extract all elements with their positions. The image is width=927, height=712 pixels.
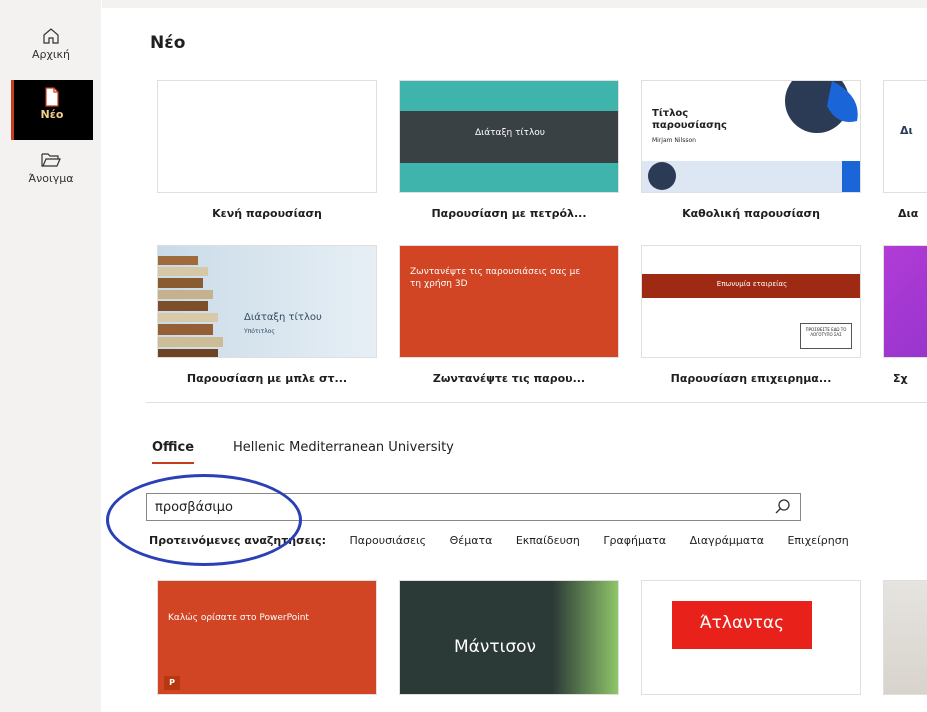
sidebar-item-open[interactable]: Άνοιγμα	[12, 150, 90, 185]
template-label: Ζωντανέψτε τις παρου...	[432, 372, 586, 385]
thumb-title: Επωνυμία εταιρείας	[716, 280, 788, 288]
template-partial-1[interactable]: Δι Δια	[883, 80, 927, 220]
thumb-title: Διάταξη τίτλου	[475, 128, 545, 138]
sidebar-item-new[interactable]: Νέο	[11, 80, 93, 140]
template-label: Καθολική παρουσίαση	[682, 207, 820, 220]
template-label: Παρουσίαση με μπλε στ...	[186, 372, 348, 385]
template-blank[interactable]: Κενή παρουσίαση	[157, 80, 377, 220]
suggestion-link[interactable]: Παρουσιάσεις	[349, 534, 426, 547]
template-thumbnail[interactable]: Επωνυμία εταιρείας ΠΡΟΣΘΕΣΤΕ ΕΔΩ ΤΟ ΛΟΓΟ…	[641, 245, 861, 358]
template-thumbnail[interactable]	[883, 245, 927, 358]
sidebar-item-label: Νέο	[40, 108, 64, 121]
thumb-subtitle: Υπότιτλος	[244, 328, 275, 335]
thumb-title: Ζωντανέψτε τις παρουσιάσεις σας με τη χρ…	[410, 267, 581, 289]
template-thumbnail[interactable]	[157, 80, 377, 193]
suggestion-link[interactable]: Επιχείρηση	[787, 534, 848, 547]
template-thumbnail[interactable]: Διάταξη τίτλου Υπότιτλος	[157, 245, 377, 358]
template-universal[interactable]: Τίτλος παρουσίασης Mirjam Nilsson Καθολι…	[641, 80, 861, 220]
divider	[146, 402, 927, 403]
sidebar-item-label: Άνοιγμα	[28, 172, 74, 185]
template-label: Δια	[898, 207, 919, 220]
sidebar: Αρχική Νέο Άνοιγμα	[0, 0, 101, 712]
home-icon	[12, 26, 90, 48]
thumb-author: Mirjam Nilsson	[652, 137, 696, 144]
result-partial[interactable]	[883, 580, 927, 695]
new-document-icon	[11, 86, 93, 108]
result-welcome-powerpoint[interactable]: Καλώς ορίσατε στο PowerPoint P	[157, 580, 377, 695]
page-title: Νέο	[150, 33, 186, 53]
main-pane: Νέο Κενή παρουσίαση Διάταξη τίτλου Παρου…	[102, 0, 927, 712]
search-box	[146, 493, 801, 521]
result-thumbnail[interactable]: Άτλαντας	[641, 580, 861, 695]
template-teal[interactable]: Διάταξη τίτλου Παρουσίαση με πετρόλ...	[399, 80, 619, 220]
template-label: Παρουσίαση επιχειρημα...	[670, 372, 832, 385]
suggestion-link[interactable]: Εκπαίδευση	[516, 534, 580, 547]
search-input[interactable]	[147, 494, 757, 520]
thumb-title: Δι	[900, 124, 913, 137]
folder-open-icon	[12, 150, 90, 172]
tab-hmu[interactable]: Hellenic Mediterranean University	[233, 440, 454, 455]
result-atlanta[interactable]: Άτλαντας	[641, 580, 861, 695]
template-thumbnail[interactable]: Ζωντανέψτε τις παρουσιάσεις σας με τη χρ…	[399, 245, 619, 358]
template-partial-2[interactable]: Σχ	[883, 245, 927, 385]
template-blue-books[interactable]: Διάταξη τίτλου Υπότιτλος Παρουσίαση με μ…	[157, 245, 377, 385]
template-label: Παρουσίαση με πετρόλ...	[431, 207, 587, 220]
top-strip	[102, 0, 927, 8]
thumb-logo: ΠΡΟΣΘΕΣΤΕ ΕΔΩ ΤΟ ΛΟΓΟΤΥΠΟ ΣΑΣ	[800, 323, 852, 349]
suggested-searches-label: Προτεινόμενες αναζητήσεις:	[149, 534, 326, 547]
result-thumbnail[interactable]	[883, 580, 927, 695]
template-label: Κενή παρουσίαση	[212, 207, 322, 220]
result-title: Μάντισον	[454, 637, 537, 657]
template-3d[interactable]: Ζωντανέψτε τις παρουσιάσεις σας με τη χρ…	[399, 245, 619, 385]
result-madison[interactable]: Μάντισον	[399, 580, 619, 695]
template-thumbnail[interactable]: Διάταξη τίτλου	[399, 80, 619, 193]
template-thumbnail[interactable]: Δι	[883, 80, 927, 193]
result-title: Άτλαντας	[699, 613, 785, 633]
suggestion-link[interactable]: Γραφήματα	[603, 534, 666, 547]
sidebar-item-home[interactable]: Αρχική	[12, 26, 90, 61]
suggestion-link[interactable]: Διαγράμματα	[690, 534, 764, 547]
template-business[interactable]: Επωνυμία εταιρείας ΠΡΟΣΘΕΣΤΕ ΕΔΩ ΤΟ ΛΟΓΟ…	[641, 245, 861, 385]
search-icon[interactable]	[774, 498, 792, 516]
sidebar-item-label: Αρχική	[31, 48, 71, 61]
suggestion-link[interactable]: Θέματα	[450, 534, 493, 547]
powerpoint-badge-icon: P	[164, 676, 180, 690]
template-label: Σχ	[893, 372, 908, 385]
template-thumbnail[interactable]: Τίτλος παρουσίασης Mirjam Nilsson	[641, 80, 861, 193]
result-thumbnail[interactable]: Μάντισον	[399, 580, 619, 695]
result-thumbnail[interactable]: Καλώς ορίσατε στο PowerPoint P	[157, 580, 377, 695]
thumb-title: Διάταξη τίτλου	[244, 312, 322, 323]
suggested-searches: Προτεινόμενες αναζητήσεις: Παρουσιάσεις …	[149, 534, 869, 547]
result-title: Καλώς ορίσατε στο PowerPoint	[168, 613, 309, 623]
thumb-title: Τίτλος παρουσίασης	[652, 108, 727, 131]
tab-office[interactable]: Office	[152, 440, 195, 464]
